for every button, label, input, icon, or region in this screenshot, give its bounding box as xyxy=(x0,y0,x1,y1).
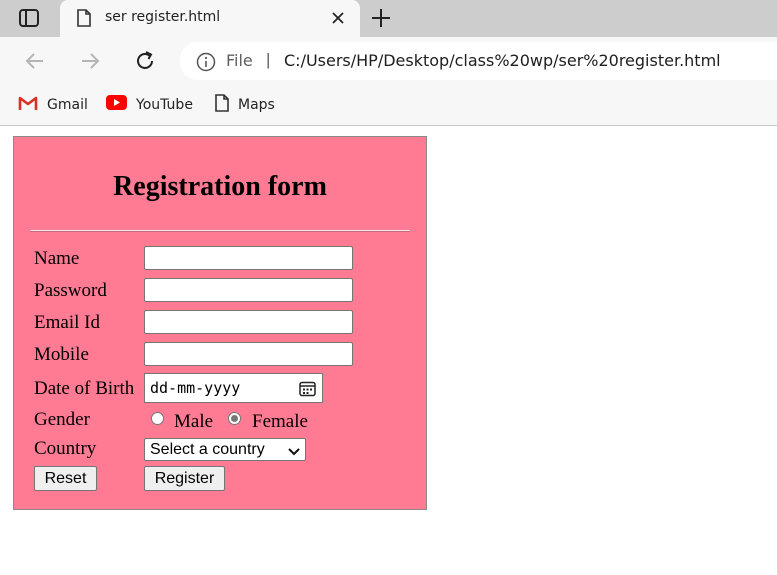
gender-male-radio[interactable] xyxy=(151,412,164,425)
page-icon xyxy=(215,93,229,117)
divider xyxy=(30,230,410,232)
browser-toolbar: File | C:/Users/HP/Desktop/class%20wp/se… xyxy=(0,37,777,87)
bookmark-label: YouTube xyxy=(136,97,193,113)
dob-placeholder: dd-mm-yyyy xyxy=(150,379,241,397)
country-label: Country xyxy=(34,438,97,459)
dob-label: Date of Birth xyxy=(34,378,135,399)
registration-form: Registration form Name Password Email Id… xyxy=(13,136,427,510)
page-icon xyxy=(77,9,91,32)
name-label: Name xyxy=(34,248,80,269)
password-input[interactable] xyxy=(144,278,353,302)
email-label: Email Id xyxy=(34,312,100,333)
scheme-label: File xyxy=(226,51,253,70)
mobile-label: Mobile xyxy=(34,344,89,365)
bookmark-label: Gmail xyxy=(47,97,88,113)
email-input[interactable] xyxy=(144,310,353,334)
chevron-down-icon xyxy=(288,444,300,462)
calendar-icon[interactable] xyxy=(299,380,316,402)
gender-female-radio[interactable] xyxy=(228,412,241,425)
form-title: Registration form xyxy=(113,171,327,202)
country-select[interactable]: Select a country xyxy=(144,438,306,461)
country-selected: Select a country xyxy=(150,441,265,458)
bookmark-maps[interactable]: Maps xyxy=(215,93,275,117)
tab-strip: ser register.html xyxy=(0,0,777,37)
reset-button[interactable]: Reset xyxy=(34,466,97,491)
reload-icon[interactable] xyxy=(133,49,157,73)
tab-title: ser register.html xyxy=(105,9,221,25)
forward-arrow-icon[interactable] xyxy=(78,49,102,73)
back-arrow-icon[interactable] xyxy=(23,49,47,73)
gender-label: Gender xyxy=(34,409,90,430)
mobile-input[interactable] xyxy=(144,342,353,366)
bookmark-label: Maps xyxy=(238,97,275,113)
info-icon[interactable] xyxy=(196,52,216,77)
youtube-icon xyxy=(106,95,127,115)
close-tab-icon[interactable] xyxy=(330,10,346,26)
new-tab-icon[interactable] xyxy=(370,7,392,29)
name-input[interactable] xyxy=(144,246,353,270)
password-label: Password xyxy=(34,280,107,301)
gender-female-label: Female xyxy=(252,411,308,432)
address-bar[interactable]: File | C:/Users/HP/Desktop/class%20wp/se… xyxy=(180,42,777,80)
bookmark-youtube[interactable]: YouTube xyxy=(106,94,193,116)
register-button[interactable]: Register xyxy=(144,466,225,491)
tab-actions-icon[interactable] xyxy=(18,8,40,28)
address-separator: | xyxy=(266,50,271,69)
url-text[interactable]: C:/Users/HP/Desktop/class%20wp/ser%20reg… xyxy=(284,51,721,70)
bookmarks-bar: Gmail YouTube Maps xyxy=(0,87,777,126)
gmail-icon xyxy=(18,95,38,116)
active-tab[interactable]: ser register.html xyxy=(60,0,360,37)
bookmark-gmail[interactable]: Gmail xyxy=(18,94,88,116)
gender-male-label: Male xyxy=(174,411,214,432)
dob-input[interactable]: dd-mm-yyyy xyxy=(144,373,323,403)
